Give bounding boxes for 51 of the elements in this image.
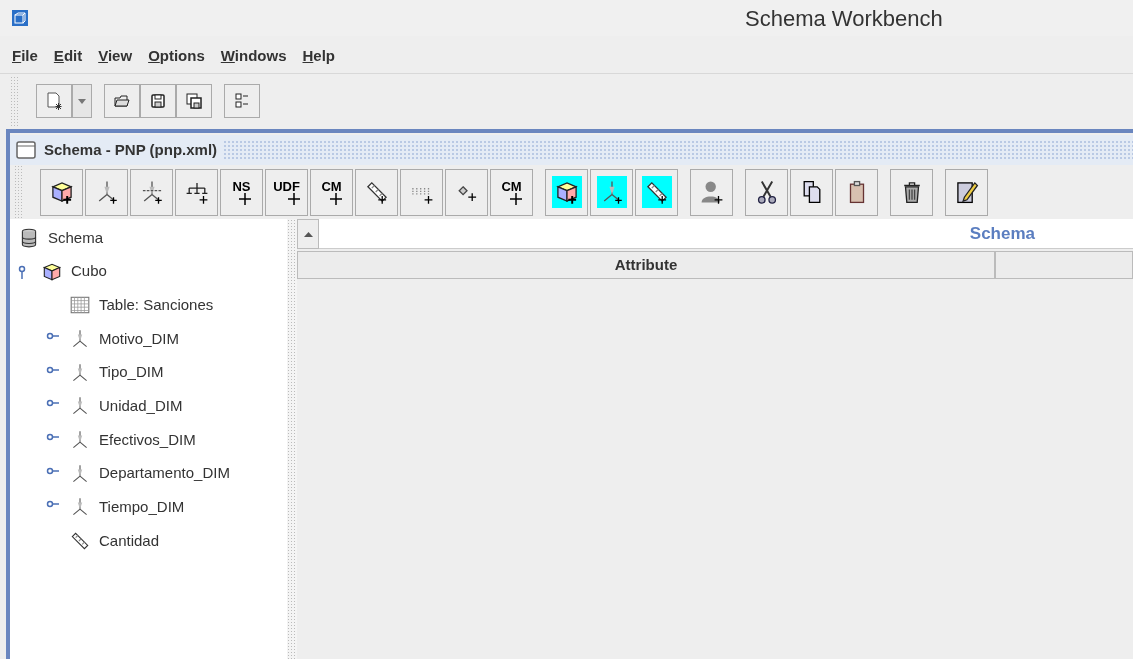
tree-node-label[interactable]: Cubo (71, 260, 107, 283)
menu-item[interactable]: Help (302, 45, 336, 68)
tree-node-label[interactable]: Departamento_DIM (99, 462, 230, 485)
toolbar-button[interactable] (355, 168, 398, 216)
plus-icon (509, 192, 522, 205)
menu-item[interactable]: Options (148, 45, 205, 68)
tree-node-label[interactable]: Cantidad (99, 529, 160, 553)
tree-node-label[interactable]: Tiempo_DIM (99, 496, 185, 519)
toolbar-button[interactable] (104, 84, 140, 118)
toolbar-button[interactable] (790, 168, 833, 216)
tree-node-label[interactable]: Schema (48, 226, 104, 250)
new-file-icon (44, 91, 64, 111)
detail-title: Schema (968, 223, 1036, 245)
toolbar-button[interactable] (745, 168, 788, 216)
tree-node-label[interactable]: Table: Sanciones (99, 293, 214, 317)
tree-node-label[interactable]: Tipo_DIM (99, 361, 164, 384)
dropdown-arrow-button[interactable] (72, 84, 92, 118)
app-cube-icon (12, 10, 28, 26)
frame-title: Schema - PNP (pnp.xml) (44, 139, 218, 160)
toolbar-button[interactable] (945, 168, 988, 216)
toolbar-button[interactable] (175, 168, 218, 216)
floppy-icon (148, 91, 168, 111)
toolbar-button[interactable]: NS (220, 168, 263, 216)
column-header[interactable]: Attribute (297, 251, 995, 279)
toolbar-button[interactable] (890, 168, 933, 216)
tree-node-label[interactable]: Motivo_DIM (99, 327, 180, 351)
toolbar-button[interactable] (40, 168, 83, 216)
toolbar-button[interactable] (835, 168, 878, 216)
toolbar-button[interactable] (545, 168, 588, 216)
toolbar-button[interactable]: CM (490, 168, 533, 216)
tree-node-label[interactable]: Efectivos_DIM (99, 428, 196, 452)
menu-item[interactable]: View (98, 45, 133, 68)
toolbar-button[interactable] (140, 84, 176, 118)
ruler-icon (69, 530, 91, 553)
menu-item[interactable]: Edit (53, 45, 83, 68)
plus-icon (238, 192, 251, 205)
caret-icon (78, 98, 86, 104)
menu-item[interactable]: File (12, 45, 38, 68)
toolbar-button[interactable]: UDF (265, 168, 308, 216)
plus-icon (329, 192, 342, 205)
menu-item[interactable]: Windows (220, 45, 287, 68)
floppies-icon (184, 91, 204, 111)
toolbar-button[interactable] (176, 84, 212, 118)
plus-icon (287, 192, 300, 205)
toolbar-button[interactable] (635, 168, 678, 216)
tree-node-label[interactable]: Unidad_DIM (99, 395, 183, 418)
window-icon (16, 141, 36, 159)
scroll-up-button[interactable] (297, 219, 319, 249)
window-title: Schema Workbench (745, 4, 943, 33)
up-arrow-icon (303, 231, 313, 237)
toolbar-button[interactable]: CM (310, 168, 353, 216)
